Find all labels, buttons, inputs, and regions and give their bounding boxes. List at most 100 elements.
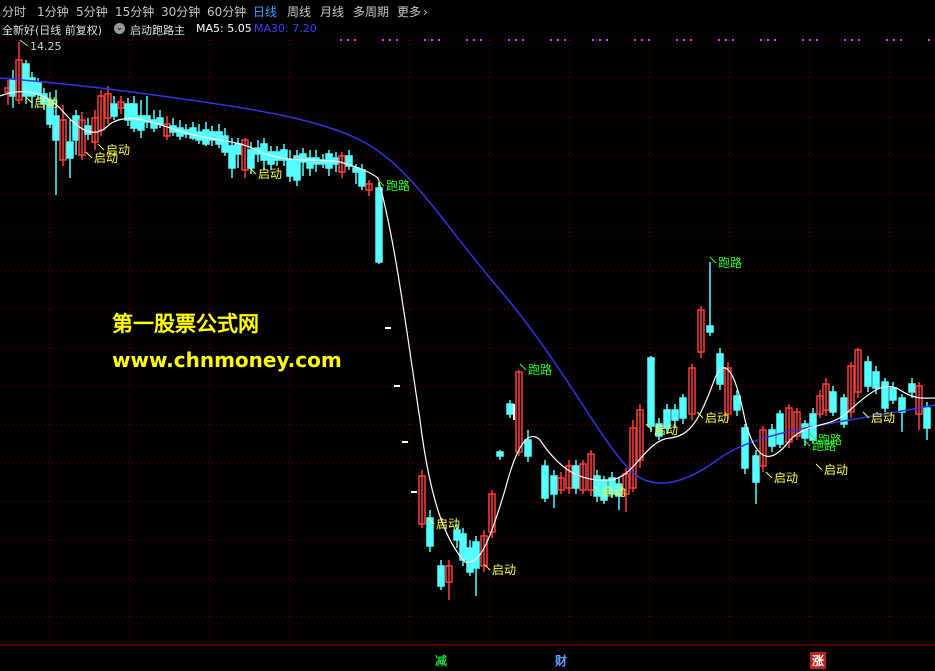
signal-dot	[508, 39, 510, 41]
signal-dot	[564, 39, 566, 41]
signal-dot	[522, 39, 524, 41]
candle-body	[908, 383, 916, 393]
signal-dot	[767, 39, 769, 41]
candle-body	[768, 429, 776, 447]
candle-body	[466, 547, 474, 573]
signal-dot	[690, 39, 692, 41]
candle-body	[541, 465, 549, 499]
candle-body	[130, 103, 138, 129]
candle-body	[312, 157, 320, 165]
watermark-url: www.chnmoney.com	[112, 348, 342, 372]
signal-dot	[816, 39, 818, 41]
circle-chevron-down-icon[interactable]: ⌄	[114, 23, 125, 34]
candle-body	[706, 325, 714, 333]
signal-dot	[900, 39, 902, 41]
candle-body	[34, 81, 42, 95]
signal-dot	[858, 39, 860, 41]
signal-dot	[683, 39, 685, 41]
start-signal-label: 启动	[492, 563, 516, 577]
run-signal-label: 跑路	[818, 432, 842, 447]
signal-dot	[431, 39, 433, 41]
tab-weekly[interactable]: 周线	[287, 3, 311, 20]
start-signal-label: 启动	[602, 485, 626, 499]
signal-dot	[592, 39, 594, 41]
tab-more-label: 更多	[397, 5, 422, 19]
candle-body	[137, 115, 145, 131]
bottom-mark-reduce: 减	[435, 654, 448, 668]
tab-30min[interactable]: 30分钟	[161, 3, 200, 20]
stock-name: 全新好(日线 前复权)	[2, 24, 103, 37]
run-signal-label-arrow	[709, 256, 717, 264]
candle-body	[156, 117, 164, 125]
signal-dot	[641, 39, 643, 41]
signal-dot	[732, 39, 734, 41]
signal-dot	[599, 39, 601, 41]
candle-body	[286, 159, 294, 177]
candle-body	[550, 475, 558, 495]
candle-body	[375, 187, 383, 263]
candle-body	[733, 395, 741, 411]
candle-body	[358, 169, 366, 187]
high-price-arrow	[19, 39, 29, 47]
candle-body	[234, 143, 242, 155]
candle-body	[647, 357, 655, 427]
signal-dot	[396, 39, 398, 41]
tab-1min[interactable]: 1分钟	[37, 3, 69, 20]
candle-body	[572, 465, 580, 489]
candle-body	[524, 439, 532, 457]
candle-body	[679, 397, 687, 419]
signal-dot	[760, 39, 762, 41]
signal-dot	[774, 39, 776, 41]
candle-body	[776, 413, 784, 445]
run-signal-label: 跑路	[386, 178, 410, 193]
signal-dot	[809, 39, 811, 41]
signal-dot	[480, 39, 482, 41]
signal-dot	[851, 39, 853, 41]
tab-multi-period[interactable]: 多周期	[353, 3, 389, 20]
signal-dot	[893, 39, 895, 41]
indicator-name: 启动跑路主	[130, 24, 185, 37]
start-signal-label: 启动	[94, 151, 118, 165]
signal-dot	[718, 39, 720, 41]
candle-body	[864, 361, 872, 387]
candle-body	[110, 103, 118, 117]
tab-15min[interactable]: 15分钟	[115, 3, 154, 20]
candle-body	[247, 149, 255, 169]
candle-body	[453, 529, 461, 541]
indicator-info-bar: 全新好(日线 前复权) ⌄ 启动跑路主 MA5: 5.05 MA30: 7.20	[0, 21, 935, 39]
candle-body	[459, 533, 467, 561]
start-signal-label: 启动	[654, 423, 678, 437]
candle-body	[124, 103, 132, 121]
tab-monthly[interactable]: 月线	[320, 3, 344, 20]
tab-more[interactable]: 更多 ›	[397, 3, 428, 20]
candle-body	[496, 451, 504, 457]
high-price-label: 14.25	[30, 40, 62, 53]
bottom-mark-finance: 财	[555, 654, 568, 668]
bottom-mark-up: 涨	[810, 652, 827, 669]
tab-5min[interactable]: 5分钟	[76, 3, 108, 20]
candle-body	[9, 79, 17, 97]
signal-dot	[634, 39, 636, 41]
start-signal-label-arrow	[25, 96, 33, 104]
signal-dot	[606, 39, 608, 41]
tab-fenshi[interactable]: 分时	[2, 3, 26, 20]
candle-body	[671, 409, 679, 421]
period-toolbar: 分时 1分钟 5分钟 15分钟 30分钟 60分钟 日线 周线 月线 多周期 更…	[0, 0, 935, 20]
candle-body	[472, 541, 480, 569]
candle-body	[923, 407, 931, 429]
candle-body	[228, 145, 236, 169]
signal-dot	[557, 39, 559, 41]
signal-dot	[389, 39, 391, 41]
candle-body	[872, 371, 880, 389]
start-signal-label: 启动	[705, 411, 729, 425]
chevron-right-icon: ›	[423, 5, 428, 19]
start-signal-label: 启动	[258, 167, 282, 181]
start-signal-label: 启动	[824, 463, 848, 477]
candle-body	[752, 455, 760, 483]
signal-dot	[382, 39, 384, 41]
candle-body	[437, 565, 445, 587]
candle-body	[72, 115, 80, 141]
tab-60min[interactable]: 60分钟	[207, 3, 246, 20]
candle-body	[506, 403, 514, 415]
tab-daily[interactable]: 日线	[253, 3, 277, 20]
